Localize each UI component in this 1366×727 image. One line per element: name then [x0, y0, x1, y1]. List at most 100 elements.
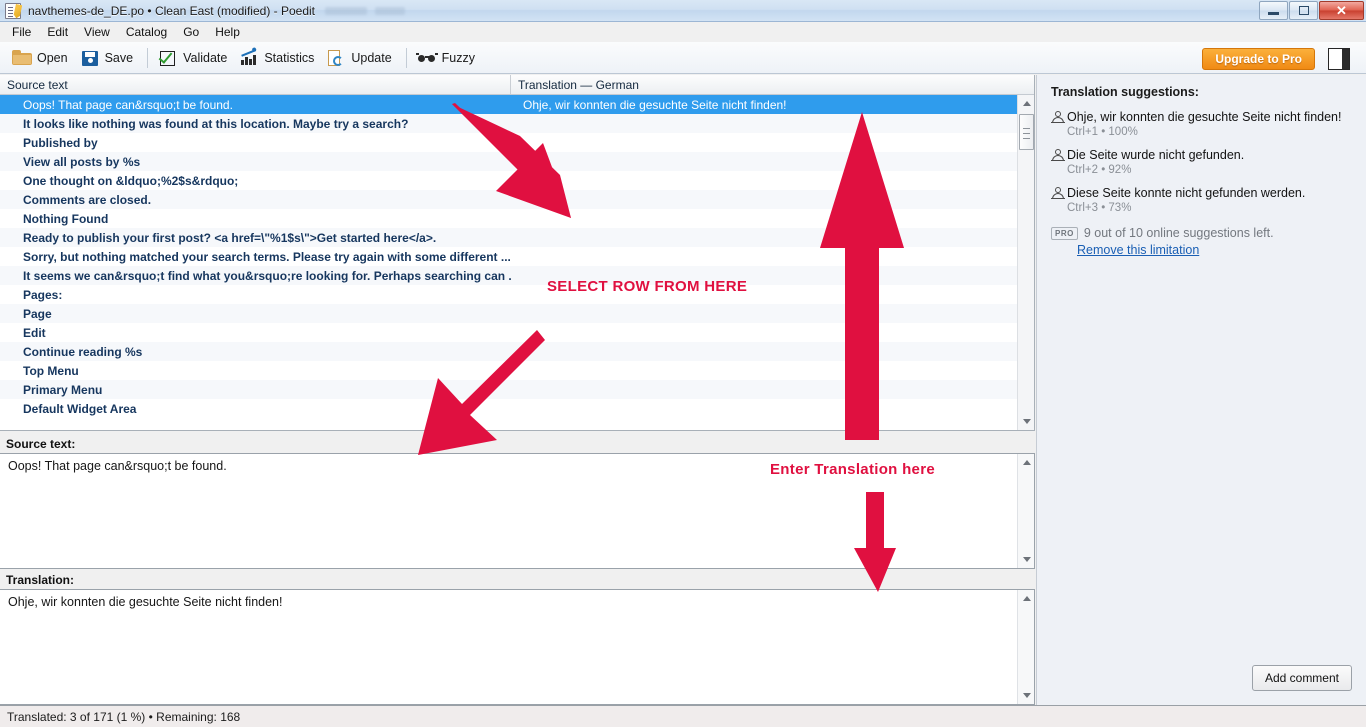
bar-chart-icon — [239, 48, 259, 68]
suggestion-item[interactable]: Ohje, wir konnten die gesuchte Seite nic… — [1051, 109, 1352, 138]
annotation-select-row: SELECT ROW FROM HERE — [547, 278, 748, 295]
table-row[interactable]: Primary Menu — [0, 380, 1017, 399]
list-rows: Oops! That page can&rsquo;t be found. Ohj… — [0, 95, 1017, 430]
poedit-document-icon — [5, 2, 21, 19]
remove-limitation-link[interactable]: Remove this limitation — [1077, 243, 1352, 257]
table-row[interactable]: Oops! That page can&rsquo;t be found. Ohj… — [0, 95, 1017, 114]
menu-item-view[interactable]: View — [76, 23, 118, 41]
open-button[interactable]: Open — [8, 46, 76, 70]
source-text-scrollbar[interactable] — [1017, 454, 1034, 568]
scroll-down-icon[interactable] — [1018, 413, 1035, 430]
pro-limit-row: PRO 9 out of 10 online suggestions left. — [1051, 225, 1352, 241]
sidebar-panel-icon[interactable] — [1328, 48, 1350, 70]
row-source-text: One thought on &ldquo;%2$s&rdquo; — [23, 173, 239, 188]
title-ghost-text — [325, 6, 406, 15]
suggestion-item[interactable]: Diese Seite konnte nicht gefunden werden… — [1051, 185, 1352, 214]
column-header-source[interactable]: Source text — [0, 75, 511, 94]
validate-button[interactable]: Validate — [154, 46, 235, 70]
window-controls: ✕ — [1258, 1, 1364, 20]
translation-scroll-down-icon[interactable] — [1018, 687, 1035, 704]
validate-button-label: Validate — [183, 50, 228, 65]
row-source-text: Default Widget Area — [23, 401, 137, 416]
statistics-button[interactable]: Statistics — [235, 46, 322, 70]
table-row[interactable]: Pages: — [0, 285, 1017, 304]
menu-item-go[interactable]: Go — [175, 23, 207, 41]
menu-bar: File Edit View Catalog Go Help — [0, 22, 1366, 42]
glasses-icon — [415, 48, 438, 68]
table-row[interactable]: Ready to publish your first post? <a hre… — [0, 228, 1017, 247]
row-source-text: Comments are closed. — [23, 192, 152, 207]
table-row[interactable]: It looks like nothing was found at this … — [0, 114, 1017, 133]
list-vertical-scrollbar[interactable] — [1017, 95, 1034, 430]
toolbar-separator-2 — [405, 47, 407, 68]
table-row[interactable]: Continue reading %s — [0, 342, 1017, 361]
pro-limit-text: 9 out of 10 online suggestions left. — [1083, 226, 1274, 240]
row-source-text: Sorry, but nothing matched your search t… — [23, 249, 511, 264]
suggestion-meta: Ctrl+2 • 92% — [1067, 164, 1132, 176]
scroll-thumb[interactable] — [1019, 114, 1034, 150]
fuzzy-button[interactable]: Fuzzy — [413, 46, 483, 70]
upgrade-to-pro-button[interactable]: Upgrade to Pro — [1202, 48, 1315, 70]
menu-item-help[interactable]: Help — [207, 23, 248, 41]
table-row[interactable]: It seems we can&rsquo;t find what you&rs… — [0, 266, 1017, 285]
menu-label-file: File — [12, 25, 32, 39]
checkbox-check-icon — [158, 48, 178, 68]
person-icon — [1051, 186, 1067, 214]
open-button-label: Open — [37, 50, 68, 65]
source-scroll-down-icon[interactable] — [1018, 551, 1035, 568]
translation-input[interactable]: Ohje, wir konnten die gesuchte Seite nic… — [0, 589, 1035, 705]
window-title: navthemes-de_DE.po • Clean East (modifie… — [28, 3, 316, 18]
suggestion-body: Die Seite wurde nicht gefunden. Ctrl+2 • … — [1067, 147, 1352, 176]
suggestion-item[interactable]: Die Seite wurde nicht gefunden. Ctrl+2 • … — [1051, 147, 1352, 176]
column-header-translation[interactable]: Translation — German — [511, 75, 1034, 94]
row-source-text: Published by — [23, 135, 98, 150]
update-button[interactable]: Update — [322, 46, 399, 70]
row-translation-text: Ohje, wir konnten die gesuchte Seite nic… — [523, 97, 787, 112]
table-row[interactable]: View all posts by %s — [0, 152, 1017, 171]
catalog-list: Source text Translation — German Oops! T… — [0, 75, 1035, 431]
table-row[interactable]: Edit — [0, 323, 1017, 342]
folder-open-icon — [12, 48, 32, 68]
table-row[interactable]: Nothing Found — [0, 209, 1017, 228]
menu-item-edit[interactable]: Edit — [39, 23, 76, 41]
translation-scrollbar[interactable] — [1017, 590, 1034, 704]
person-icon — [1051, 148, 1067, 176]
row-source-text: Ready to publish your first post? <a hre… — [23, 230, 437, 245]
row-source-text: Primary Menu — [23, 382, 103, 397]
row-source-text: Nothing Found — [23, 211, 109, 226]
suggestion-body: Ohje, wir konnten die gesuchte Seite nic… — [1067, 109, 1352, 138]
table-row[interactable]: One thought on &ldquo;%2$s&rdquo; — [0, 171, 1017, 190]
statistics-button-label: Statistics — [264, 50, 315, 65]
scroll-up-icon[interactable] — [1018, 95, 1035, 112]
row-source-text: Page — [23, 306, 52, 321]
suggestion-body: Diese Seite konnte nicht gefunden werden… — [1067, 185, 1352, 214]
page-refresh-icon — [326, 48, 346, 68]
table-row[interactable]: Sorry, but nothing matched your search t… — [0, 247, 1017, 266]
source-text-label: Source text: — [0, 434, 1035, 454]
save-button[interactable]: Save — [76, 46, 142, 70]
row-source-text: Top Menu — [23, 363, 79, 378]
source-scroll-up-icon[interactable] — [1018, 454, 1035, 471]
save-button-label: Save — [104, 50, 134, 65]
close-button[interactable]: ✕ — [1319, 1, 1364, 20]
menu-item-file[interactable]: File — [4, 23, 39, 41]
translation-scroll-up-icon[interactable] — [1018, 590, 1035, 607]
minimize-button[interactable] — [1259, 1, 1288, 20]
table-row[interactable]: Top Menu — [0, 361, 1017, 380]
add-comment-button[interactable]: Add comment — [1251, 665, 1352, 691]
person-icon — [1051, 110, 1067, 138]
table-row[interactable]: Published by — [0, 133, 1017, 152]
poedit-window: navthemes-de_DE.po • Clean East (modifie… — [0, 0, 1366, 727]
table-row[interactable]: Page — [0, 304, 1017, 323]
title-bar: navthemes-de_DE.po • Clean East (modifie… — [0, 0, 1366, 22]
menu-item-catalog[interactable]: Catalog — [118, 23, 175, 41]
row-source-text: It seems we can&rsquo;t find what you&rs… — [23, 268, 511, 283]
table-row[interactable]: Default Widget Area — [0, 399, 1017, 418]
suggestion-meta: Ctrl+1 • 100% — [1067, 126, 1138, 138]
menu-label-catalog: Catalog — [125, 25, 168, 39]
translation-value: Ohje, wir konnten die gesuchte Seite nic… — [8, 595, 283, 609]
menu-label-go: Go — [183, 25, 200, 39]
maximize-button[interactable] — [1289, 1, 1318, 20]
toolbar-separator-1 — [147, 47, 149, 68]
table-row[interactable]: Comments are closed. — [0, 190, 1017, 209]
